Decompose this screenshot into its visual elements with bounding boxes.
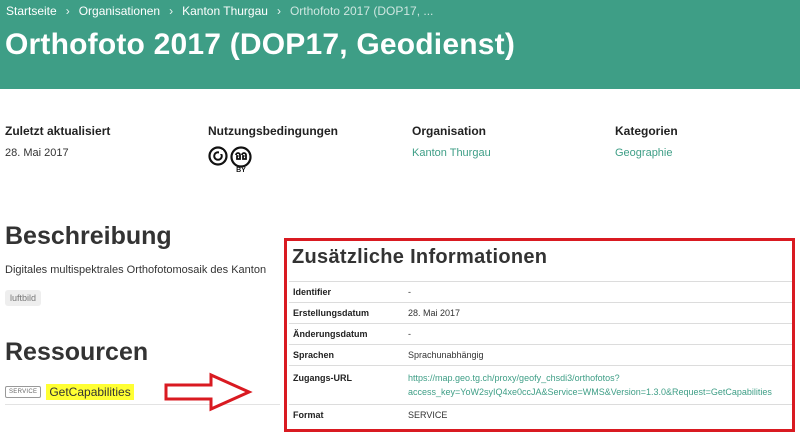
info-value: 28. Mai 2017 [404,302,792,324]
info-value: SERVICE [404,404,792,425]
breadcrumb-organisation[interactable]: Kanton Thurgau [182,4,268,18]
additional-info-panel: Zusätzliche Informationen Identifier - E… [284,238,795,432]
cc-by-label: BY [236,167,246,174]
info-value: - [404,281,792,303]
cc-attribution-icon [230,146,252,168]
chevron-right-icon: › [169,4,174,18]
table-row: Zugangs-URL https://map.geo.tg.ch/proxy/… [289,365,792,405]
organisation-link[interactable]: Kanton Thurgau [412,147,491,159]
breadcrumb-current: Orthofoto 2017 (DOP17, ... [289,4,434,18]
info-key: Identifier [289,281,404,303]
resource-link[interactable]: GetCapabilities [46,384,134,400]
chevron-right-icon: › [276,4,281,18]
cc-open-icon [208,146,228,166]
breadcrumb-home[interactable]: Startseite [6,4,57,18]
meta-label: Kategorien [615,124,678,138]
additional-info-heading: Zusätzliche Informationen [292,246,548,268]
meta-label: Zuletzt aktualisiert [5,124,111,138]
table-row: Änderungsdatum - [289,323,792,345]
info-key: Änderungsdatum [289,323,404,345]
info-key: Erstellungsdatum [289,302,404,324]
resource-item: SERVICE GetCapabilities [5,384,134,400]
meta-label: Nutzungsbedingungen [208,124,338,138]
category-link[interactable]: Geographie [615,147,678,159]
breadcrumb: Startseite › Organisationen › Kanton Thu… [6,4,433,18]
meta-terms: Nutzungsbedingungen BY [208,124,338,174]
info-key: Zugangs-URL [289,365,404,405]
meta-label: Organisation [412,124,487,138]
keyword-tag[interactable]: luftbild [5,290,42,306]
info-value: https://map.geo.tg.ch/proxy/geofy_chsdi3… [404,365,792,405]
meta-last-updated: Zuletzt aktualisiert 28. Mai 2017 [5,124,110,159]
access-url-link[interactable]: https://map.geo.tg.ch/proxy/geofy_chsdi3… [408,373,772,397]
page-title: Orthofoto 2017 (DOP17, Geodienst) [5,28,516,61]
table-row: Sprachen Sprachunabhängig [289,344,792,366]
description-text: Digitales multispektrales Orthofotomosai… [5,264,267,276]
info-value: Sprachunabhängig [404,344,792,366]
table-row: Format SERVICE [289,404,792,425]
additional-info-table: Identifier - Erstellungsdatum 28. Mai 20… [289,281,792,425]
chevron-right-icon: › [65,4,70,18]
license-badge[interactable]: BY [208,146,338,174]
table-row: Identifier - [289,281,792,303]
breadcrumb-organisations[interactable]: Organisationen [79,4,160,18]
meta-organisation: Organisation Kanton Thurgau [412,124,491,159]
annotation-arrow-icon [164,372,253,412]
info-value: - [404,323,792,345]
info-key: Sprachen [289,344,404,366]
description-heading: Beschreibung [5,222,172,250]
access-url-line2: access_key=YoW2syIQ4xe0ccJA&Service=WMS&… [408,387,772,397]
meta-value: 28. Mai 2017 [5,147,69,159]
meta-categories: Kategorien Geographie [615,124,678,159]
info-key: Format [289,404,404,425]
resources-heading: Ressourcen [5,338,149,366]
access-url-line1: https://map.geo.tg.ch/proxy/geofy_chsdi3… [408,373,620,383]
format-badge: SERVICE [5,386,42,398]
table-row: Erstellungsdatum 28. Mai 2017 [289,302,792,324]
page-header: Startseite › Organisationen › Kanton Thu… [0,0,800,89]
